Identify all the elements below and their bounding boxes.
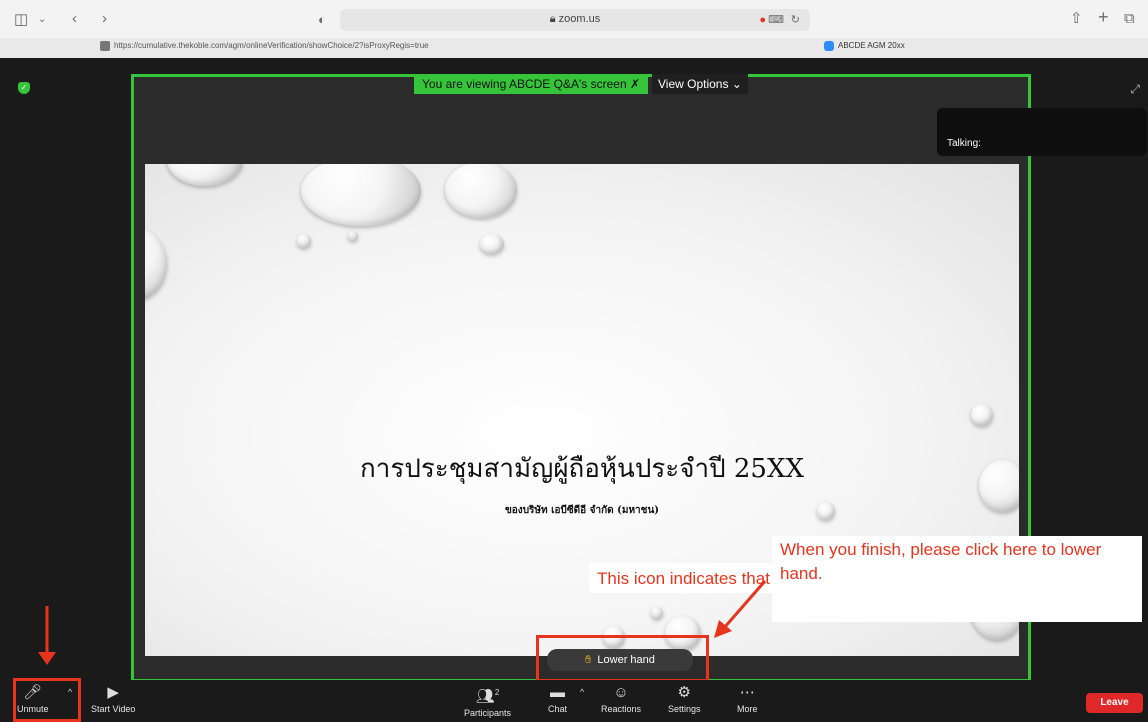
tab-zoom-title: ABCDE AGM 20xx — [838, 41, 905, 51]
chat-icon: ▬ — [550, 684, 565, 701]
reactions-label: Reactions — [601, 704, 642, 714]
tab-verification[interactable]: https://cumulative.thekoble.com/agm/onli… — [100, 41, 429, 51]
video-off-icon: ▶︎ — [107, 684, 119, 701]
address-domain: zoom.us — [558, 13, 601, 25]
participants-icon: 👥︎2 — [475, 688, 500, 705]
lower-hand-highlight — [536, 635, 709, 682]
chat-options-chevron-icon[interactable]: ^ — [580, 687, 584, 697]
leave-button[interactable]: Leave — [1086, 693, 1143, 713]
address-bar[interactable]: 🔒︎ zoom.us ● ⌨ ↻ — [340, 9, 810, 31]
sidebar-toggle-icon[interactable]: ◫ — [14, 11, 28, 29]
share-icon[interactable]: ⇧ — [1070, 10, 1083, 28]
new-tab-icon[interactable]: + — [1098, 8, 1109, 26]
gear-icon: ⚙︎ — [677, 684, 691, 701]
tab-zoom-meeting[interactable]: ABCDE AGM 20xx — [824, 41, 905, 51]
chevron-down-icon[interactable]: ⌄ — [38, 11, 46, 29]
reactions-button[interactable]: ☺︎ Reactions — [601, 684, 641, 714]
microphone-active-icon: ● — [759, 14, 766, 26]
more-button[interactable]: ⋯ More — [737, 684, 758, 714]
start-video-label: Start Video — [91, 704, 136, 714]
participants-button[interactable]: 👥︎2 Participants — [464, 684, 511, 718]
settings-button[interactable]: ⚙︎ Settings — [668, 684, 701, 714]
chat-label: Chat — [548, 704, 568, 714]
reload-icon[interactable]: ↻ — [791, 11, 800, 29]
arrow-to-unmute — [38, 606, 56, 665]
zoom-meeting-window: ✓ ⤢ You are viewing ABCDE Q&A's screen ✗… — [0, 58, 1148, 722]
privacy-shield-icon[interactable]: ◐ — [318, 11, 326, 29]
forward-icon[interactable]: › — [102, 10, 107, 28]
participants-count: 2 — [494, 688, 500, 697]
start-video-button[interactable]: ▶︎ Start Video — [91, 684, 135, 714]
tab-overview-icon[interactable]: ⧉ — [1124, 10, 1135, 28]
tab-bar: https://cumulative.thekoble.com/agm/onli… — [0, 38, 1148, 58]
settings-label: Settings — [668, 704, 701, 714]
arrow-to-lower-hand — [714, 580, 767, 638]
chat-button[interactable]: ▬ Chat — [548, 684, 567, 714]
site-favicon-icon — [100, 41, 110, 51]
tab-verification-title: https://cumulative.thekoble.com/agm/onli… — [114, 41, 429, 51]
unmute-highlight — [13, 678, 81, 722]
translate-icon[interactable]: ⌨ — [768, 11, 784, 29]
zoom-favicon-icon — [824, 41, 834, 51]
reactions-icon: ☺︎ — [613, 684, 629, 701]
annotation-arrows — [38, 580, 767, 665]
more-label: More — [737, 704, 758, 714]
participants-label: Participants — [464, 708, 512, 718]
back-icon[interactable]: ‹ — [72, 10, 77, 28]
meeting-toolbar: 🎤︎ Unmute ^ ▶︎ Start Video 👥︎2 Participa… — [0, 680, 1148, 722]
browser-toolbar: ◫ ⌄ ‹ › ◐ 🔒︎ zoom.us ● ⌨ ↻ ⇧ + ⧉ https:/… — [0, 0, 1148, 59]
more-icon: ⋯ — [739, 684, 755, 701]
lock-icon: 🔒︎ — [549, 13, 559, 25]
